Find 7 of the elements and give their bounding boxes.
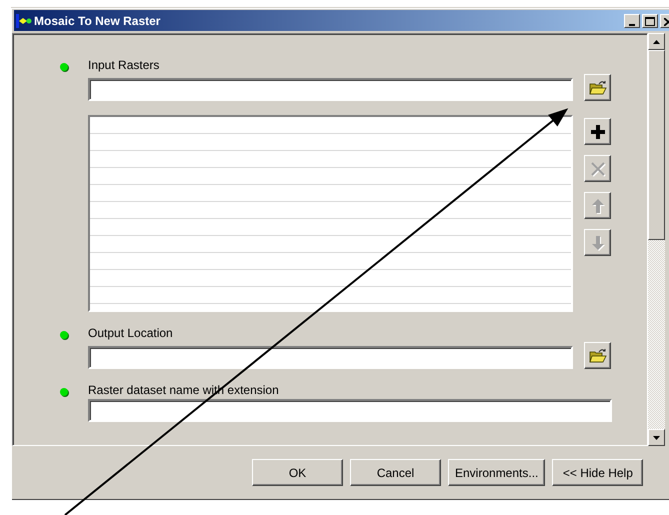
dialog-button[interactable]: OK (252, 459, 343, 486)
parameter-label: Input Rasters (88, 58, 160, 72)
dialog-button[interactable]: Environments... (448, 459, 546, 486)
parameter-label: Output Location (88, 326, 174, 340)
window-title: Mosaic To New Raster (34, 14, 162, 28)
dialog-button[interactable]: Cancel (350, 459, 441, 486)
dialog-button[interactable]: << Hide Help (552, 459, 644, 486)
